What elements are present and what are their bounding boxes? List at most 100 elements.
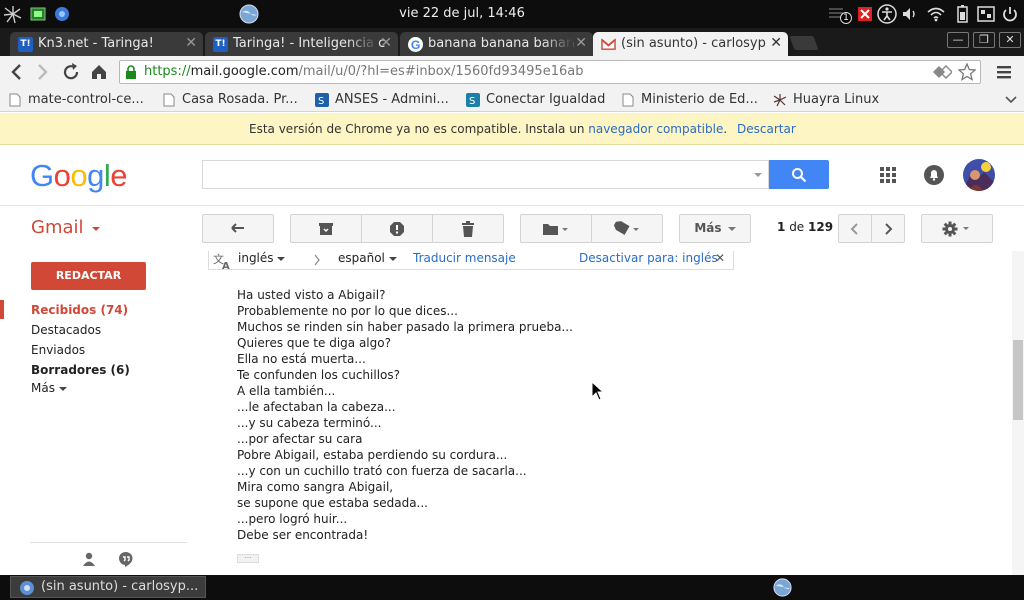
tab-taringa-inteligencia[interactable]: T! Taringa! - Inteligencia c ✕ [205, 32, 398, 56]
bookmark-item[interactable]: S Conectar Igualdad [466, 92, 605, 107]
bookmark-item[interactable]: Casa Rosada. Pr... [162, 92, 298, 107]
window-close-button[interactable]: ✕ [999, 32, 1021, 48]
reload-icon[interactable] [60, 61, 82, 83]
more-actions-button[interactable]: Más [679, 214, 751, 243]
sidebar-divider [30, 542, 187, 543]
mouse-cursor-icon [591, 381, 605, 401]
conectar-igualdad-icon: S [466, 93, 480, 107]
bookmark-label: Casa Rosada. Pr... [182, 92, 298, 107]
compatible-browser-link[interactable]: navegador compatible [588, 122, 723, 136]
bookmark-label: Conectar Igualdad [486, 92, 606, 107]
bookmark-label: Ministerio de Ed... [641, 92, 758, 107]
message-line: ...por afectar su cara [237, 432, 363, 446]
back-icon[interactable] [6, 61, 28, 83]
show-trimmed-content-button[interactable]: ··· [237, 554, 259, 563]
message-line: ...y con un cuchillo trató con fuerza de… [237, 464, 527, 478]
archive-button[interactable] [290, 214, 362, 243]
report-spam-button[interactable] [361, 214, 433, 243]
archive-icon [319, 223, 333, 235]
lock-icon[interactable] [125, 65, 137, 79]
bookmark-label: ANSES - Admini... [335, 92, 449, 107]
active-nav-indicator [0, 300, 4, 319]
older-button[interactable] [871, 214, 905, 243]
compose-button[interactable]: REDACTAR [31, 262, 146, 290]
labels-button[interactable] [591, 214, 663, 243]
notifications-icon[interactable] [923, 164, 945, 186]
search-input[interactable] [202, 160, 769, 189]
newer-button[interactable] [838, 214, 872, 243]
nav-starred[interactable]: Destacados [31, 323, 101, 337]
wifi-icon[interactable] [926, 4, 946, 24]
infobar-text: Esta versión de Chrome ya no es compatib… [249, 122, 585, 136]
nav-drafts[interactable]: Borradores (6) [31, 363, 130, 377]
tab-close-icon[interactable]: ✕ [770, 35, 782, 51]
tab-banana-search[interactable]: G banana banana banan ✕ [400, 32, 593, 56]
taskbar-window-button[interactable]: (sin asunto) - carlosyp... [10, 576, 206, 598]
gmail-icon [601, 38, 616, 50]
bookmark-item[interactable]: Ministerio de Ed... [621, 92, 758, 107]
svg-text:G: G [411, 38, 420, 52]
usb-devices-icon[interactable] [976, 4, 996, 24]
forward-icon[interactable] [31, 61, 53, 83]
bookmark-star-icon[interactable] [958, 63, 976, 81]
accessibility-icon[interactable] [876, 3, 898, 25]
message-line: ...le afectaban la cabeza... [237, 400, 396, 414]
unsupported-browser-infobar: Esta versión de Chrome ya no es compatib… [0, 113, 1024, 145]
hangouts-icon[interactable] [118, 551, 134, 567]
message-line: ...pero logró huir... [237, 512, 348, 526]
bookmark-item[interactable]: Huayra Linux [773, 92, 879, 107]
search-options-icon[interactable] [753, 171, 763, 179]
apps-grid-icon[interactable] [879, 166, 897, 184]
search-button[interactable] [769, 160, 829, 189]
disable-translation-link[interactable]: Desactivar para: inglés [579, 251, 718, 265]
url-path: /mail/u/0/?hl=es#inbox/1560fd93495e16ab [298, 64, 584, 79]
translate-message-link[interactable]: Traducir mensaje [413, 251, 516, 265]
bookmark-item[interactable]: S ANSES - Admini... [315, 92, 449, 107]
message-line: ...y su cabeza terminó... [237, 416, 382, 430]
address-bar[interactable]: https://mail.google.com/mail/u/0/?hl=es#… [119, 60, 981, 84]
chevron-down-icon[interactable] [1004, 93, 1018, 107]
battery-icon[interactable] [952, 4, 972, 24]
new-tab-button[interactable] [789, 36, 819, 50]
browser-tab-strip: T! Kn3.net - Taringa! ✕ T! Taringa! - In… [0, 28, 1024, 56]
bottom-taskbar: (sin asunto) - carlosyp... [0, 575, 1024, 600]
extension-icon[interactable] [932, 64, 952, 80]
delete-button[interactable] [432, 214, 504, 243]
back-to-inbox-button[interactable] [202, 214, 274, 243]
tab-close-icon[interactable]: ✕ [575, 35, 587, 51]
volume-icon[interactable] [900, 4, 920, 24]
bookmark-item[interactable]: mate-control-ce... [8, 92, 144, 107]
globe-icon[interactable] [772, 577, 793, 598]
clock[interactable]: vie 22 de jul, 14:46 [0, 6, 924, 21]
move-to-button[interactable] [520, 214, 592, 243]
google-logo[interactable]: Google [30, 158, 128, 194]
contacts-icon[interactable] [81, 551, 97, 567]
source-language-select[interactable]: inglés [238, 251, 286, 265]
error-status-icon[interactable] [855, 4, 875, 24]
gmail-label[interactable]: Gmail [31, 217, 101, 238]
nav-sent[interactable]: Enviados [31, 343, 85, 357]
chevron-left-icon [850, 223, 858, 235]
dismiss-link[interactable]: Descartar [737, 122, 796, 136]
close-translate-icon[interactable]: ✕ [715, 251, 725, 265]
anses-icon: S [315, 93, 329, 107]
tab-close-icon[interactable]: ✕ [185, 35, 197, 51]
search-icon [792, 168, 807, 183]
power-icon[interactable] [1000, 4, 1020, 24]
tab-gmail-active[interactable]: (sin asunto) - carlosyp ✕ [593, 32, 788, 56]
chrome-menu-icon[interactable] [993, 61, 1015, 83]
window-maximize-button[interactable]: ❐ [973, 32, 995, 48]
translate-icon: 文A [213, 252, 230, 270]
home-icon[interactable] [88, 61, 110, 83]
scrollbar-thumb[interactable] [1013, 340, 1023, 420]
tab-kn3-taringa[interactable]: T! Kn3.net - Taringa! ✕ [10, 32, 203, 56]
target-language-select[interactable]: español [338, 251, 397, 265]
settings-button[interactable] [921, 214, 993, 243]
chevron-right-icon [314, 254, 320, 266]
avatar[interactable] [962, 158, 996, 192]
gmail-toolbar: Gmail Más 1 de 129 [0, 207, 1024, 251]
tab-close-icon[interactable]: ✕ [380, 35, 392, 51]
window-minimize-button[interactable]: — [947, 32, 969, 48]
nav-inbox[interactable]: Recibidos (74) [31, 303, 128, 317]
nav-more[interactable]: Más [31, 381, 67, 395]
